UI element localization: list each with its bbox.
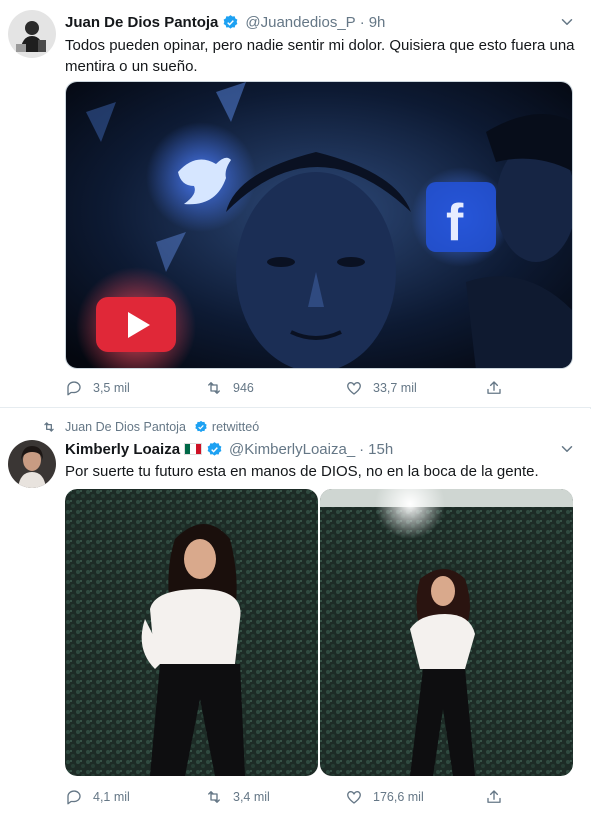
verified-badge-icon <box>206 441 223 458</box>
tweet-image[interactable]: f <box>65 81 573 369</box>
share-button[interactable] <box>485 787 525 807</box>
verified-badge-icon <box>222 14 239 31</box>
svg-text:f: f <box>446 194 464 252</box>
tweet-actions: 4,1 mil 3,4 mil 176,6 mil <box>65 787 525 807</box>
retweet-button[interactable]: 3,4 mil <box>205 787 345 807</box>
tweet-actions: 3,5 mil 946 33,7 mil <box>65 378 525 398</box>
tweet-header: Juan De Dios Pantoja @Juandedios_P · 9h <box>65 12 576 32</box>
retweet-suffix: retwitteó <box>211 420 260 434</box>
tweet-kimberly[interactable]: Juan De Dios Pantoja retwitteó Kimberly … <box>0 409 591 814</box>
retweet-button[interactable]: 946 <box>205 378 345 398</box>
tweet-header: Kimberly Loaiza @KimberlyLoaiza_ · 15h <box>65 439 576 459</box>
display-name[interactable]: Juan De Dios Pantoja <box>65 14 218 31</box>
timestamp[interactable]: 9h <box>369 14 386 31</box>
avatar[interactable] <box>8 440 56 488</box>
avatar[interactable] <box>8 10 56 58</box>
chevron-down-icon[interactable] <box>558 13 576 31</box>
tweet-text: Por suerte tu futuro esta en manos de DI… <box>65 463 539 480</box>
display-name[interactable]: Kimberly Loaiza <box>65 441 180 458</box>
chevron-down-icon[interactable] <box>558 440 576 458</box>
reply-button[interactable]: 4,1 mil <box>65 787 205 807</box>
like-count: 176,6 mil <box>373 790 424 804</box>
retweet-banner: Juan De Dios Pantoja retwitteó <box>42 419 259 435</box>
share-icon <box>487 381 501 394</box>
tweet-text: Todos pueden opinar, pero nadie sentir m… <box>65 37 575 75</box>
verified-badge-icon <box>194 420 208 434</box>
mexico-flag-icon <box>184 443 203 455</box>
retweet-icon <box>208 791 220 803</box>
retweet-icon <box>42 420 56 434</box>
like-count: 33,7 mil <box>373 381 417 395</box>
like-button[interactable]: 176,6 mil <box>345 787 485 807</box>
separator-dot: · <box>359 13 365 31</box>
share-icon <box>487 790 501 803</box>
reply-count: 4,1 mil <box>93 790 130 804</box>
reply-button[interactable]: 3,5 mil <box>65 378 205 398</box>
tweet-juan[interactable]: Juan De Dios Pantoja @Juandedios_P · 9h … <box>0 0 591 408</box>
retweet-count: 946 <box>233 381 254 395</box>
user-handle[interactable]: @KimberlyLoaiza_ <box>229 441 355 458</box>
timestamp[interactable]: 15h <box>368 441 393 458</box>
retweeter-name[interactable]: Juan De Dios Pantoja <box>65 420 186 434</box>
separator-dot: · <box>359 440 365 458</box>
heart-icon <box>347 791 361 804</box>
user-handle[interactable]: @Juandedios_P <box>245 14 355 31</box>
reply-icon <box>67 790 81 805</box>
tweet-image-grid <box>65 489 573 776</box>
reply-count: 3,5 mil <box>93 381 130 395</box>
heart-icon <box>347 382 361 395</box>
retweet-count: 3,4 mil <box>233 790 270 804</box>
share-button[interactable] <box>485 378 525 398</box>
like-button[interactable]: 33,7 mil <box>345 378 485 398</box>
reply-icon <box>67 381 81 396</box>
retweet-icon <box>208 382 220 394</box>
